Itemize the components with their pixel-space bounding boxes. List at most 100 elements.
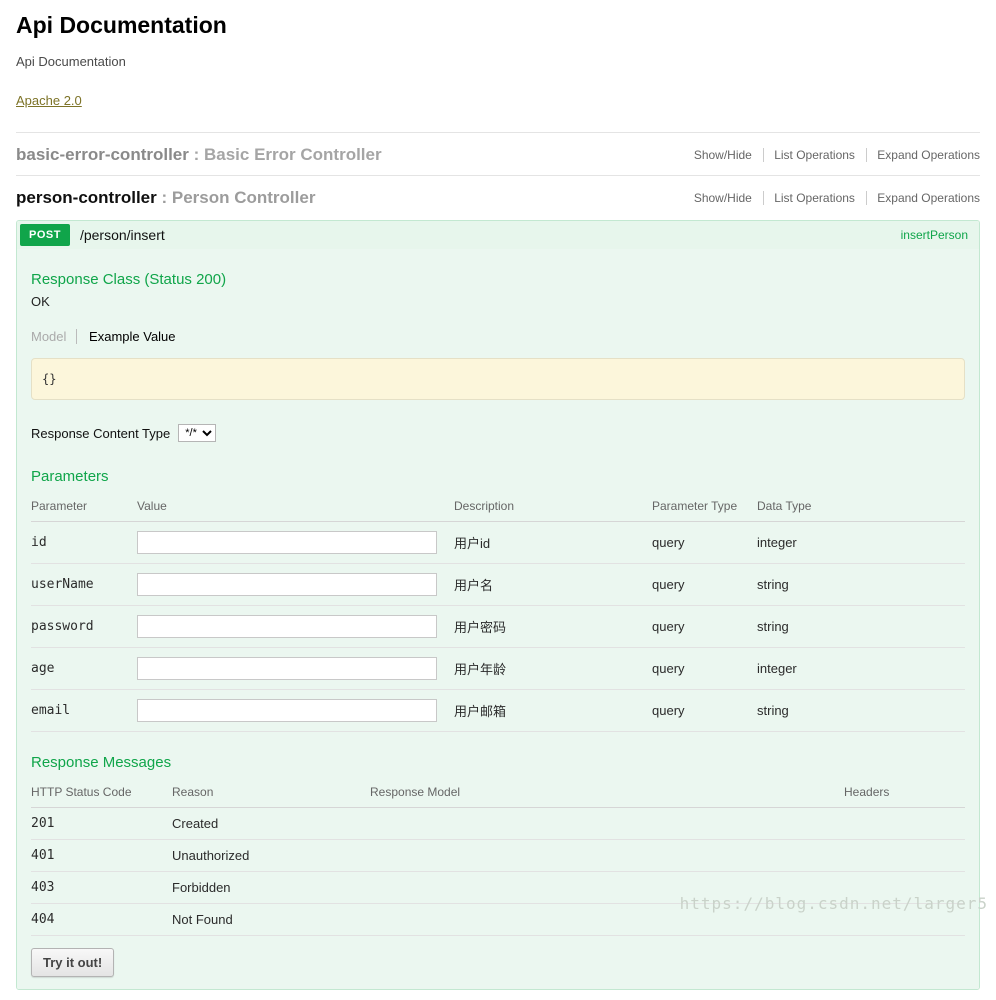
response-messages-table: HTTP Status Code Reason Response Model H… [31,777,965,936]
parameter-name: email [31,690,137,732]
parameter-description: 用户密码 [454,606,652,648]
license-link[interactable]: Apache 2.0 [16,93,82,108]
status-code: 404 [31,904,172,936]
resource-description: : Person Controller [157,188,316,207]
resource-links: Show/Hide List Operations Expand Operati… [694,191,980,205]
example-value-box: {} [31,358,965,400]
response-model-cell [370,840,844,872]
column-header: Parameter [31,491,137,522]
swagger-page: Api Documentation Api Documentation Apac… [0,0,996,1000]
table-row: id 用户id query integer [31,522,965,564]
show-hide-link[interactable]: Show/Hide [694,148,752,162]
resource-heading[interactable]: basic-error-controller : Basic Error Con… [16,145,382,165]
operation-content: Response Class (Status 200) OK Model Exa… [17,249,979,989]
column-header: HTTP Status Code [31,777,172,808]
table-row: 403 Forbidden [31,872,965,904]
operation-path[interactable]: /person/insert [80,227,901,243]
parameter-name: id [31,522,137,564]
parameter-description: 用户id [454,522,652,564]
status-code: 403 [31,872,172,904]
headers-cell [844,808,965,840]
parameter-type: query [652,522,757,564]
response-model-cell [370,808,844,840]
table-row: 201 Created [31,808,965,840]
column-header: Reason [172,777,370,808]
list-operations-link[interactable]: List Operations [763,148,855,162]
table-header-row: Parameter Value Description Parameter Ty… [31,491,965,522]
operation-post-person-insert: POST /person/insert insertPerson Respons… [16,220,980,990]
table-header-row: HTTP Status Code Reason Response Model H… [31,777,965,808]
table-row: userName 用户名 query string [31,564,965,606]
resource-basic-error-controller: basic-error-controller : Basic Error Con… [16,132,980,175]
show-hide-link[interactable]: Show/Hide [694,191,752,205]
parameter-data-type: integer [757,522,965,564]
model-example-tabs: Model Example Value [31,329,965,344]
expand-operations-link[interactable]: Expand Operations [866,148,980,162]
headers-cell [844,904,965,936]
resource-name: person-controller [16,188,157,207]
status-code: 201 [31,808,172,840]
parameter-type: query [652,564,757,606]
param-value-input[interactable] [137,573,437,596]
parameter-name: password [31,606,137,648]
parameters-heading: Parameters [31,468,965,485]
reason: Not Found [172,904,370,936]
response-messages-heading: Response Messages [31,754,965,771]
operation-nickname-link[interactable]: insertPerson [901,228,968,242]
page-title: Api Documentation [16,12,980,39]
parameter-type: query [652,690,757,732]
page-subtitle: Api Documentation [16,54,980,69]
resource-links: Show/Hide List Operations Expand Operati… [694,148,980,162]
list-operations-link[interactable]: List Operations [763,191,855,205]
resource-name: basic-error-controller [16,145,189,164]
example-value-tab[interactable]: Example Value [89,329,175,344]
response-class-heading: Response Class (Status 200) [31,271,965,288]
table-row: 401 Unauthorized [31,840,965,872]
expand-operations-link[interactable]: Expand Operations [866,191,980,205]
parameter-description: 用户邮箱 [454,690,652,732]
column-header: Data Type [757,491,965,522]
table-row: email 用户邮箱 query string [31,690,965,732]
status-code: 401 [31,840,172,872]
column-header: Response Model [370,777,844,808]
param-value-input[interactable] [137,615,437,638]
headers-cell [844,872,965,904]
parameter-data-type: string [757,606,965,648]
param-value-input[interactable] [137,699,437,722]
column-header: Parameter Type [652,491,757,522]
try-it-out-button[interactable]: Try it out! [31,948,114,977]
operation-heading[interactable]: POST /person/insert insertPerson [17,221,979,249]
parameter-name: age [31,648,137,690]
table-row: age 用户年龄 query integer [31,648,965,690]
reason: Forbidden [172,872,370,904]
parameter-description: 用户年龄 [454,648,652,690]
parameter-type: query [652,648,757,690]
response-model-cell [370,872,844,904]
headers-cell [844,840,965,872]
resource-description: : Basic Error Controller [189,145,382,164]
column-header: Description [454,491,652,522]
column-header: Headers [844,777,965,808]
parameter-data-type: string [757,690,965,732]
param-value-input[interactable] [137,657,437,680]
response-content-type-select[interactable]: */* [178,424,216,442]
response-model-cell [370,904,844,936]
parameter-type: query [652,606,757,648]
reason: Created [172,808,370,840]
reason: Unauthorized [172,840,370,872]
table-row: 404 Not Found [31,904,965,936]
model-tab[interactable]: Model [31,329,77,344]
response-class-status: OK [31,294,965,309]
parameter-data-type: string [757,564,965,606]
param-value-input[interactable] [137,531,437,554]
column-header: Value [137,491,454,522]
http-method-badge: POST [20,224,70,246]
table-row: password 用户密码 query string [31,606,965,648]
parameter-data-type: integer [757,648,965,690]
parameter-description: 用户名 [454,564,652,606]
parameter-name: userName [31,564,137,606]
parameters-table: Parameter Value Description Parameter Ty… [31,491,965,732]
resource-person-controller: person-controller : Person Controller Sh… [16,175,980,1000]
response-content-type-label: Response Content Type [31,426,170,441]
resource-heading[interactable]: person-controller : Person Controller [16,188,315,208]
